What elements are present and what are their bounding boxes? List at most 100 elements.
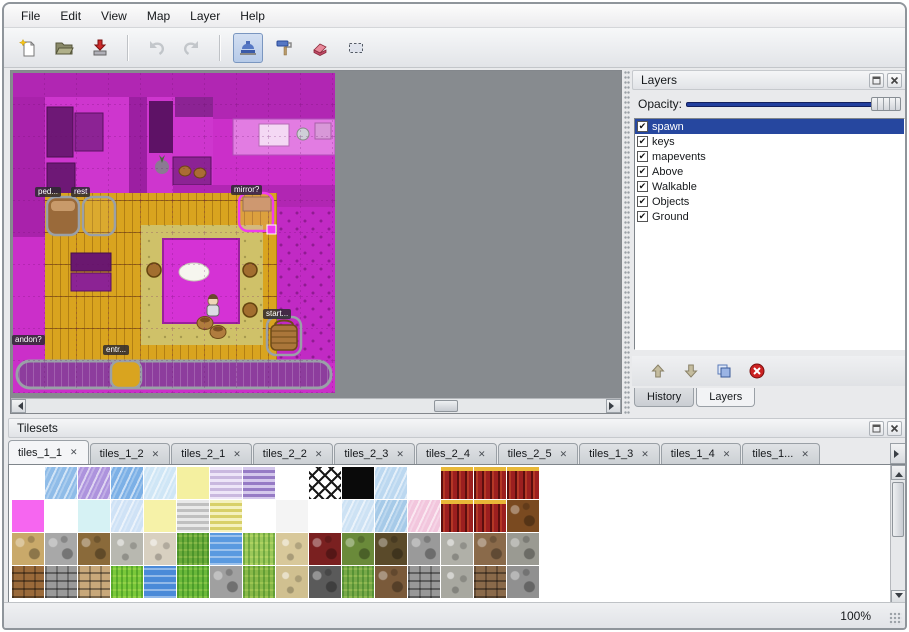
layer-visibility-checkbox[interactable] <box>637 196 648 207</box>
tab-close-icon[interactable]: ✕ <box>800 449 810 460</box>
tab-close-icon[interactable]: ✕ <box>640 449 650 460</box>
tab-close-icon[interactable]: ✕ <box>69 447 79 458</box>
tileset-tile[interactable] <box>474 467 506 499</box>
layer-visibility-checkbox[interactable] <box>637 181 648 192</box>
save-file-button[interactable] <box>85 33 115 63</box>
hscroll-track[interactable] <box>26 399 606 413</box>
tileset-tile[interactable] <box>375 533 407 565</box>
tileset-tile[interactable] <box>78 533 110 565</box>
vscroll-thumb[interactable] <box>892 482 904 537</box>
tileset-tab-tiles_2_2[interactable]: tiles_2_2✕ <box>253 443 334 464</box>
tileset-tile[interactable] <box>507 566 539 598</box>
tileset-tile[interactable] <box>342 533 374 565</box>
tileset-tile[interactable] <box>309 533 341 565</box>
map-hscrollbar[interactable] <box>11 398 621 413</box>
tileset-tile[interactable] <box>210 533 242 565</box>
menu-file[interactable]: File <box>12 7 49 25</box>
menu-edit[interactable]: Edit <box>51 7 90 25</box>
tileset-tile[interactable] <box>375 566 407 598</box>
tileset-tab-tiles_1_3[interactable]: tiles_1_3✕ <box>579 443 660 464</box>
tileset-tab-tiles_1...[interactable]: tiles_1...✕ <box>742 443 820 464</box>
scroll-up-icon[interactable] <box>891 465 906 480</box>
tab-close-icon[interactable]: ✕ <box>232 449 242 460</box>
tab-close-icon[interactable]: ✕ <box>395 449 405 460</box>
tab-close-icon[interactable]: ✕ <box>722 449 732 460</box>
duplicate-layer-button[interactable] <box>712 359 736 383</box>
layer-visibility-checkbox[interactable] <box>637 136 648 147</box>
hscroll-thumb[interactable] <box>434 400 458 412</box>
layer-row-Walkable[interactable]: Walkable <box>635 179 904 194</box>
layer-visibility-checkbox[interactable] <box>637 166 648 177</box>
tileset-tile[interactable] <box>309 467 341 499</box>
tileset-tile[interactable] <box>144 500 176 532</box>
tab-close-icon[interactable]: ✕ <box>477 449 487 460</box>
tileset-tile[interactable] <box>276 467 308 499</box>
layer-visibility-checkbox[interactable] <box>637 121 648 132</box>
tileset-tile[interactable] <box>375 500 407 532</box>
tileset-tile[interactable] <box>111 533 143 565</box>
tileset-tile[interactable] <box>375 467 407 499</box>
tileset-tab-tiles_2_5[interactable]: tiles_2_5✕ <box>498 443 579 464</box>
layer-visibility-checkbox[interactable] <box>637 151 648 162</box>
tileset-tile[interactable] <box>342 467 374 499</box>
tileset-tile[interactable] <box>276 566 308 598</box>
layer-visibility-checkbox[interactable] <box>637 211 648 222</box>
tileset-tile[interactable] <box>210 566 242 598</box>
tileset-tile[interactable] <box>177 467 209 499</box>
tileset-tile[interactable] <box>474 566 506 598</box>
tileset-tab-tiles_1_1[interactable]: tiles_1_1✕ <box>8 440 89 464</box>
tileset-tile[interactable] <box>408 467 440 499</box>
tileset-tab-tiles_2_1[interactable]: tiles_2_1✕ <box>171 443 252 464</box>
tileset-tile[interactable] <box>78 467 110 499</box>
tileset-tile[interactable] <box>78 566 110 598</box>
tileset-tile[interactable] <box>45 533 77 565</box>
layer-row-keys[interactable]: keys <box>635 134 904 149</box>
tileset-tile[interactable] <box>342 500 374 532</box>
tileset-tile[interactable] <box>507 533 539 565</box>
tileset-tile[interactable] <box>111 500 143 532</box>
open-file-button[interactable] <box>49 33 79 63</box>
tileset-tile[interactable] <box>210 500 242 532</box>
tileset-tile[interactable] <box>177 533 209 565</box>
dock-splitter[interactable] <box>624 70 630 414</box>
tileset-tile[interactable] <box>507 500 539 532</box>
tileset-tile[interactable] <box>276 500 308 532</box>
lower-layer-button[interactable] <box>679 359 703 383</box>
stamp-tool-button[interactable] <box>233 33 263 63</box>
delete-layer-button[interactable] <box>745 359 769 383</box>
tileset-tab-tiles_2_3[interactable]: tiles_2_3✕ <box>334 443 415 464</box>
tab-scroll-right-button[interactable] <box>890 443 907 464</box>
tileset-vscrollbar[interactable] <box>890 465 906 605</box>
layer-row-spawn[interactable]: spawn <box>635 119 904 134</box>
tileset-tile[interactable] <box>144 533 176 565</box>
tileset-tile[interactable] <box>243 500 275 532</box>
scroll-right-icon[interactable] <box>606 399 621 413</box>
tileset-tile[interactable] <box>276 533 308 565</box>
tab-close-icon[interactable]: ✕ <box>314 449 324 460</box>
tileset-tile[interactable] <box>441 467 473 499</box>
tileset-tile[interactable] <box>243 533 275 565</box>
tileset-tile[interactable] <box>474 533 506 565</box>
tileset-tab-tiles_1_2[interactable]: tiles_1_2✕ <box>90 443 171 464</box>
tileset-tile[interactable] <box>177 566 209 598</box>
map-canvas[interactable] <box>13 73 335 393</box>
tileset-tile[interactable] <box>408 566 440 598</box>
new-file-button[interactable] <box>13 33 43 63</box>
tileset-tab-tiles_1_4[interactable]: tiles_1_4✕ <box>661 443 742 464</box>
tileset-tile[interactable] <box>309 500 341 532</box>
tab-close-icon[interactable]: ✕ <box>559 449 569 460</box>
tileset-tab-tiles_2_4[interactable]: tiles_2_4✕ <box>416 443 497 464</box>
tileset-tile[interactable] <box>441 566 473 598</box>
float-panel-button[interactable] <box>869 73 884 88</box>
layer-row-mapevents[interactable]: mapevents <box>635 149 904 164</box>
tileset-tile[interactable] <box>12 533 44 565</box>
tileset-tile[interactable] <box>111 566 143 598</box>
redo-button[interactable] <box>177 33 207 63</box>
float-panel-button[interactable] <box>869 421 884 436</box>
tab-history[interactable]: History <box>634 388 694 407</box>
layer-row-Above[interactable]: Above <box>635 164 904 179</box>
tab-close-icon[interactable]: ✕ <box>151 449 161 460</box>
tileset-tile[interactable] <box>408 533 440 565</box>
layer-row-Objects[interactable]: Objects <box>635 194 904 209</box>
tileset-tile[interactable] <box>210 467 242 499</box>
